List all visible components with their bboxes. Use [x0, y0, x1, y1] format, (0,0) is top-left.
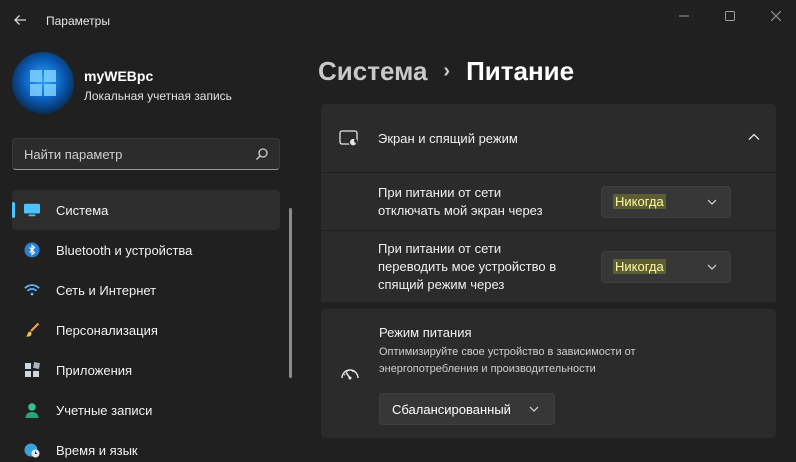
maximize-icon — [725, 11, 735, 21]
chevron-down-icon — [707, 199, 717, 205]
dropdown-value: Никогда — [615, 259, 664, 274]
power-mode-card: Режим питания Оптимизируйте свое устройс… — [321, 309, 776, 438]
sidebar-item-time-language[interactable]: Время и язык — [12, 430, 280, 462]
screen-off-dropdown[interactable]: Никогда — [601, 186, 731, 218]
search-input[interactable]: Найти параметр — [12, 138, 280, 170]
sleep-row: При питании от сети переводить мое устро… — [321, 230, 776, 302]
sidebar-item-system[interactable]: Система — [12, 190, 280, 230]
globe-clock-icon — [24, 442, 40, 458]
sidebar-nav: Система Bluetooth и устройства Сеть и Ин… — [12, 190, 280, 462]
minimize-button[interactable] — [662, 4, 706, 28]
breadcrumb: Система › Питание — [318, 56, 574, 87]
title-bar: Параметры — [0, 0, 796, 44]
sidebar-item-accounts[interactable]: Учетные записи — [12, 390, 280, 430]
sidebar-item-label: Время и язык — [56, 443, 138, 458]
sidebar-item-label: Учетные записи — [56, 403, 153, 418]
wifi-icon — [24, 282, 40, 298]
active-indicator — [12, 202, 15, 218]
person-icon — [24, 402, 40, 418]
close-icon — [771, 11, 781, 21]
dropdown-value: Сбалансированный — [392, 402, 511, 417]
sidebar-item-apps[interactable]: Приложения — [12, 350, 280, 390]
back-button[interactable] — [8, 6, 32, 34]
gauge-icon — [341, 369, 359, 380]
brush-icon — [24, 322, 40, 338]
chevron-down-icon — [529, 406, 539, 412]
maximize-button[interactable] — [708, 4, 752, 28]
sidebar-item-network[interactable]: Сеть и Интернет — [12, 270, 280, 310]
sidebar-item-label: Система — [56, 203, 109, 218]
power-mode-title: Режим питания — [379, 325, 472, 340]
chevron-up-icon[interactable] — [746, 129, 762, 145]
search-icon — [256, 148, 268, 160]
windows-logo-icon — [30, 70, 56, 96]
sidebar-item-label: Персонализация — [56, 323, 158, 338]
sidebar-item-label: Приложения — [56, 363, 133, 378]
avatar[interactable] — [12, 52, 74, 114]
sidebar-item-label: Сеть и Интернет — [56, 283, 157, 298]
user-name: myWEBpc — [84, 68, 154, 84]
account-type: Локальная учетная запись — [84, 89, 232, 103]
search-placeholder: Найти параметр — [24, 147, 123, 162]
sidebar-item-bluetooth[interactable]: Bluetooth и устройства — [12, 230, 280, 270]
minimize-icon — [679, 15, 689, 17]
sleep-label: При питании от сети переводить мое устро… — [378, 241, 557, 292]
bluetooth-icon — [24, 242, 40, 258]
breadcrumb-separator: › — [443, 60, 451, 82]
dropdown-value: Никогда — [615, 194, 664, 209]
screen-off-row: При питании от сети отключать мой экран … — [321, 172, 776, 230]
sidebar-item-personalization[interactable]: Персонализация — [12, 310, 280, 350]
sleep-dropdown[interactable]: Никогда — [601, 251, 731, 283]
chevron-down-icon — [707, 264, 717, 270]
app-title: Параметры — [46, 14, 110, 28]
section-title: Экран и спящий режим — [378, 131, 518, 146]
apps-icon — [24, 362, 40, 378]
monitor-icon — [24, 202, 40, 218]
back-arrow-icon — [14, 15, 26, 25]
close-button[interactable] — [754, 4, 796, 28]
page-title: Питание — [466, 56, 575, 86]
breadcrumb-parent[interactable]: Система — [318, 56, 427, 87]
sidebar-item-label: Bluetooth и устройства — [56, 243, 193, 258]
screen-sleep-header[interactable]: Экран и спящий режим — [321, 104, 776, 172]
screen-off-label: При питании от сети отключать мой экран … — [378, 185, 543, 218]
power-mode-description: Оптимизируйте свое устройство в зависимо… — [379, 346, 636, 375]
screen-sleep-section: Экран и спящий режим При питании от сети… — [321, 104, 776, 302]
screen-sleep-icon — [339, 130, 358, 147]
sidebar-scrollbar[interactable] — [289, 208, 292, 378]
power-mode-dropdown[interactable]: Сбалансированный — [379, 393, 555, 425]
